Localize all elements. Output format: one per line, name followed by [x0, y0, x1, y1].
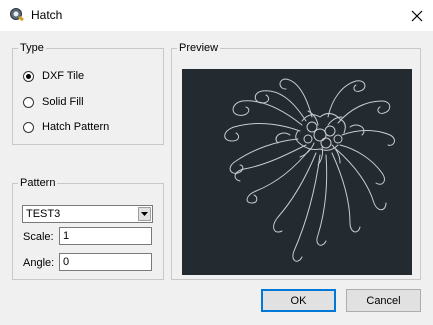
radio-button[interactable]: [23, 96, 34, 108]
dropdown-arrow-button[interactable]: [138, 207, 151, 221]
radio-label: Hatch Pattern: [42, 121, 110, 133]
window-title: Hatch: [31, 8, 63, 22]
radio-button-checked[interactable]: [23, 70, 34, 82]
pattern-dropdown-value: TEST3: [26, 208, 61, 220]
scale-input[interactable]: 1: [59, 227, 152, 245]
pattern-dropdown[interactable]: TEST3: [22, 205, 153, 223]
pattern-group: Pattern TEST3 Scale: 1 Angle: 0: [12, 176, 164, 280]
pattern-group-label: Pattern: [18, 176, 58, 190]
scale-label: Scale:: [23, 231, 54, 243]
flower-pattern-preview: [224, 78, 395, 262]
preview-group-label: Preview: [177, 41, 221, 55]
cancel-button[interactable]: Cancel: [346, 289, 421, 312]
ok-button[interactable]: OK: [261, 289, 336, 312]
radio-solid-fill[interactable]: Solid Fill: [23, 94, 84, 110]
chevron-down-icon: [141, 212, 148, 216]
radio-label: DXF Tile: [42, 70, 85, 82]
app-icon: [10, 8, 24, 22]
title-bar: Hatch: [0, 0, 433, 31]
type-group-label: Type: [18, 41, 46, 55]
close-button[interactable]: [400, 0, 433, 31]
type-group: Type DXF Tile Solid Fill Hatch Pattern: [12, 41, 164, 145]
preview-canvas: [182, 69, 412, 275]
radio-hatch-pattern[interactable]: Hatch Pattern: [23, 119, 109, 135]
radio-dxf-tile[interactable]: DXF Tile: [23, 68, 84, 84]
angle-label: Angle:: [23, 257, 55, 269]
radio-label: Solid Fill: [42, 96, 84, 108]
preview-group: Preview: [171, 41, 421, 280]
close-icon: [411, 10, 422, 21]
angle-input[interactable]: 0: [59, 253, 152, 271]
radio-button[interactable]: [23, 121, 34, 133]
